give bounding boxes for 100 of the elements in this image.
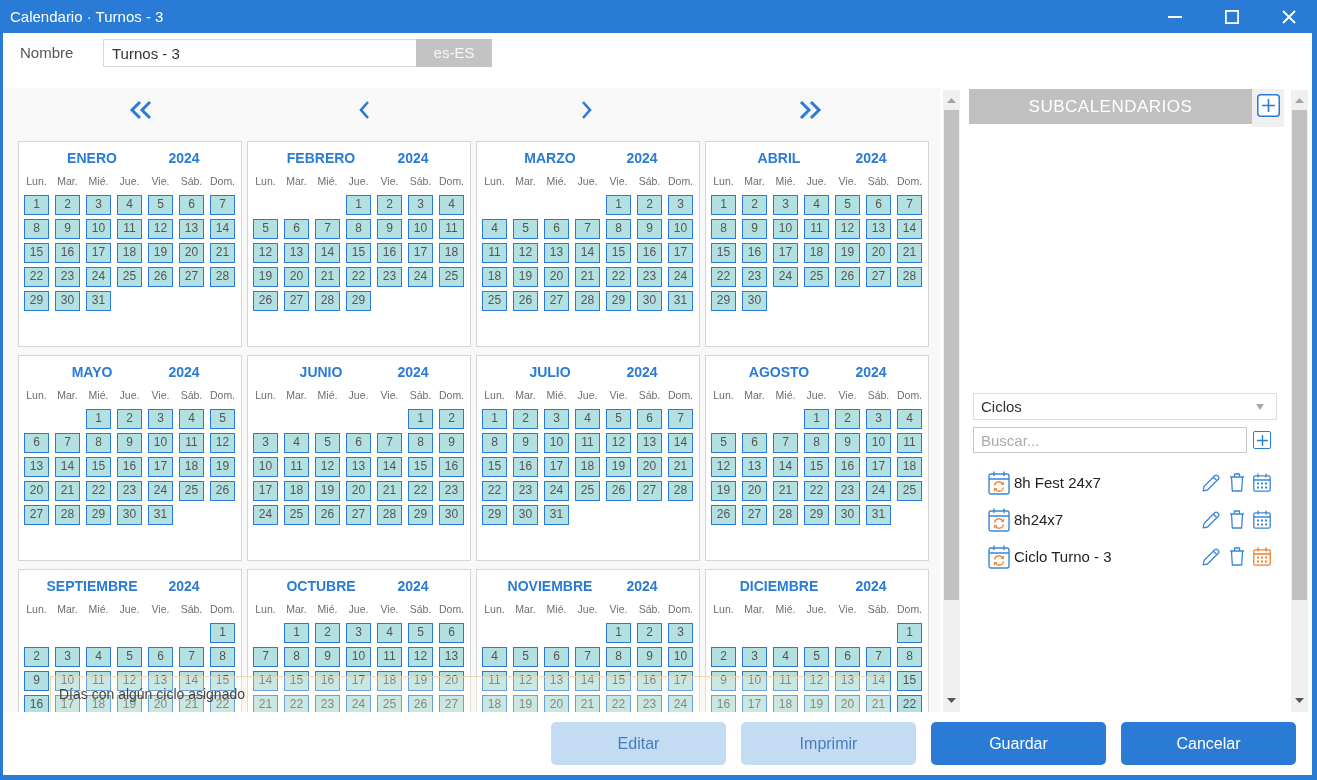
pencil-icon[interactable]	[1202, 510, 1220, 529]
day-cell[interactable]: 11	[482, 671, 507, 691]
day-cell[interactable]: 27	[866, 267, 891, 287]
day-cell[interactable]: 19	[606, 457, 631, 477]
day-cell[interactable]: 2	[24, 647, 49, 667]
day-cell[interactable]: 31	[86, 291, 111, 311]
day-cell[interactable]: 21	[897, 243, 922, 263]
day-cell[interactable]: 30	[742, 291, 767, 311]
day-cell[interactable]: 3	[86, 195, 111, 215]
day-cell[interactable]: 18	[179, 457, 204, 477]
day-cell[interactable]: 20	[637, 457, 662, 477]
calendar-icon[interactable]	[1253, 473, 1271, 492]
day-cell[interactable]: 16	[637, 243, 662, 263]
day-cell[interactable]: 5	[804, 647, 829, 667]
day-cell[interactable]: 12	[804, 671, 829, 691]
day-cell[interactable]: 9	[117, 433, 142, 453]
day-cell[interactable]: 31	[544, 505, 569, 525]
day-cell[interactable]: 18	[482, 267, 507, 287]
day-cell[interactable]: 26	[513, 291, 538, 311]
day-cell[interactable]: 21	[866, 695, 891, 712]
day-cell[interactable]: 6	[866, 195, 891, 215]
day-cell[interactable]: 10	[668, 219, 693, 239]
day-cell[interactable]: 16	[24, 695, 49, 712]
day-cell[interactable]: 29	[24, 291, 49, 311]
day-cell[interactable]: 13	[866, 219, 891, 239]
scroll-thumb[interactable]	[1292, 110, 1307, 600]
day-cell[interactable]: 1	[897, 623, 922, 643]
day-cell[interactable]: 9	[513, 433, 538, 453]
scroll-up-icon[interactable]	[1295, 98, 1304, 103]
day-cell[interactable]: 7	[55, 433, 80, 453]
double-chevron-right-icon[interactable]	[797, 100, 822, 120]
day-cell[interactable]: 7	[866, 647, 891, 667]
day-cell[interactable]: 1	[482, 409, 507, 429]
day-cell[interactable]: 11	[897, 433, 922, 453]
day-cell[interactable]: 17	[408, 243, 433, 263]
scroll-down-icon[interactable]	[947, 698, 956, 703]
day-cell[interactable]: 7	[179, 647, 204, 667]
day-cell[interactable]: 20	[284, 267, 309, 287]
day-cell[interactable]: 19	[253, 267, 278, 287]
day-cell[interactable]: 25	[439, 267, 464, 287]
day-cell[interactable]: 15	[210, 671, 235, 691]
day-cell[interactable]: 18	[439, 243, 464, 263]
day-cell[interactable]: 5	[606, 409, 631, 429]
day-cell[interactable]: 16	[711, 695, 736, 712]
day-cell[interactable]: 7	[377, 433, 402, 453]
day-cell[interactable]: 26	[835, 267, 860, 287]
day-cell[interactable]: 7	[575, 219, 600, 239]
day-cell[interactable]: 16	[439, 457, 464, 477]
day-cell[interactable]: 13	[179, 219, 204, 239]
day-cell[interactable]: 19	[210, 457, 235, 477]
scroll-down-icon[interactable]	[1295, 698, 1304, 703]
day-cell[interactable]: 21	[575, 695, 600, 712]
day-cell[interactable]: 26	[210, 481, 235, 501]
dialog-button[interactable]: Cancelar	[1121, 722, 1296, 765]
day-cell[interactable]: 26	[148, 267, 173, 287]
day-cell[interactable]: 25	[284, 505, 309, 525]
day-cell[interactable]: 25	[897, 481, 922, 501]
day-cell[interactable]: 5	[210, 409, 235, 429]
day-cell[interactable]: 22	[24, 267, 49, 287]
day-cell[interactable]: 13	[742, 457, 767, 477]
day-cell[interactable]: 14	[575, 243, 600, 263]
day-cell[interactable]: 23	[315, 695, 340, 712]
day-cell[interactable]: 23	[377, 267, 402, 287]
day-cell[interactable]: 18	[117, 243, 142, 263]
day-cell[interactable]: 9	[742, 219, 767, 239]
day-cell[interactable]: 26	[253, 291, 278, 311]
day-cell[interactable]: 3	[408, 195, 433, 215]
cycle-type-dropdown[interactable]: Ciclos	[973, 393, 1277, 420]
day-cell[interactable]: 24	[86, 267, 111, 287]
day-cell[interactable]: 22	[606, 267, 631, 287]
day-cell[interactable]: 15	[408, 457, 433, 477]
day-cell[interactable]: 28	[897, 267, 922, 287]
day-cell[interactable]: 4	[439, 195, 464, 215]
day-cell[interactable]: 7	[575, 647, 600, 667]
day-cell[interactable]: 8	[408, 433, 433, 453]
day-cell[interactable]: 24	[544, 481, 569, 501]
cycle-name[interactable]: 8h Fest 24x7	[1014, 474, 1101, 491]
day-cell[interactable]: 21	[575, 267, 600, 287]
day-cell[interactable]: 1	[346, 195, 371, 215]
day-cell[interactable]: 20	[439, 671, 464, 691]
day-cell[interactable]: 20	[544, 267, 569, 287]
day-cell[interactable]: 11	[86, 671, 111, 691]
day-cell[interactable]: 11	[575, 433, 600, 453]
day-cell[interactable]: 22	[711, 267, 736, 287]
day-cell[interactable]: 27	[637, 481, 662, 501]
day-cell[interactable]: 28	[210, 267, 235, 287]
day-cell[interactable]: 22	[408, 481, 433, 501]
add-subcalendar-button[interactable]	[1252, 89, 1284, 127]
day-cell[interactable]: 29	[346, 291, 371, 311]
day-cell[interactable]: 19	[513, 267, 538, 287]
day-cell[interactable]: 8	[606, 219, 631, 239]
day-cell[interactable]: 23	[513, 481, 538, 501]
day-cell[interactable]: 23	[637, 267, 662, 287]
day-cell[interactable]: 19	[711, 481, 736, 501]
day-cell[interactable]: 7	[668, 409, 693, 429]
day-cell[interactable]: 4	[897, 409, 922, 429]
day-cell[interactable]: 9	[55, 219, 80, 239]
cycle-name[interactable]: Ciclo Turno - 3	[1014, 548, 1112, 565]
day-cell[interactable]: 22	[346, 267, 371, 287]
day-cell[interactable]: 25	[482, 291, 507, 311]
